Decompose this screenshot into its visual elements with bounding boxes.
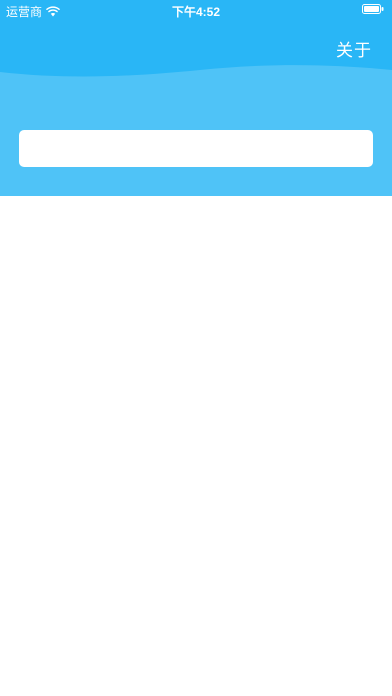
battery-icon (362, 4, 384, 14)
status-bar: 运营商 下午4:52 (0, 0, 392, 20)
search-input[interactable] (19, 130, 373, 167)
header-banner: 运营商 下午4:52 关于 (0, 0, 392, 196)
status-time: 下午4:52 (171, 5, 221, 19)
main-content (0, 196, 392, 696)
about-button[interactable]: 关于 (336, 36, 372, 61)
